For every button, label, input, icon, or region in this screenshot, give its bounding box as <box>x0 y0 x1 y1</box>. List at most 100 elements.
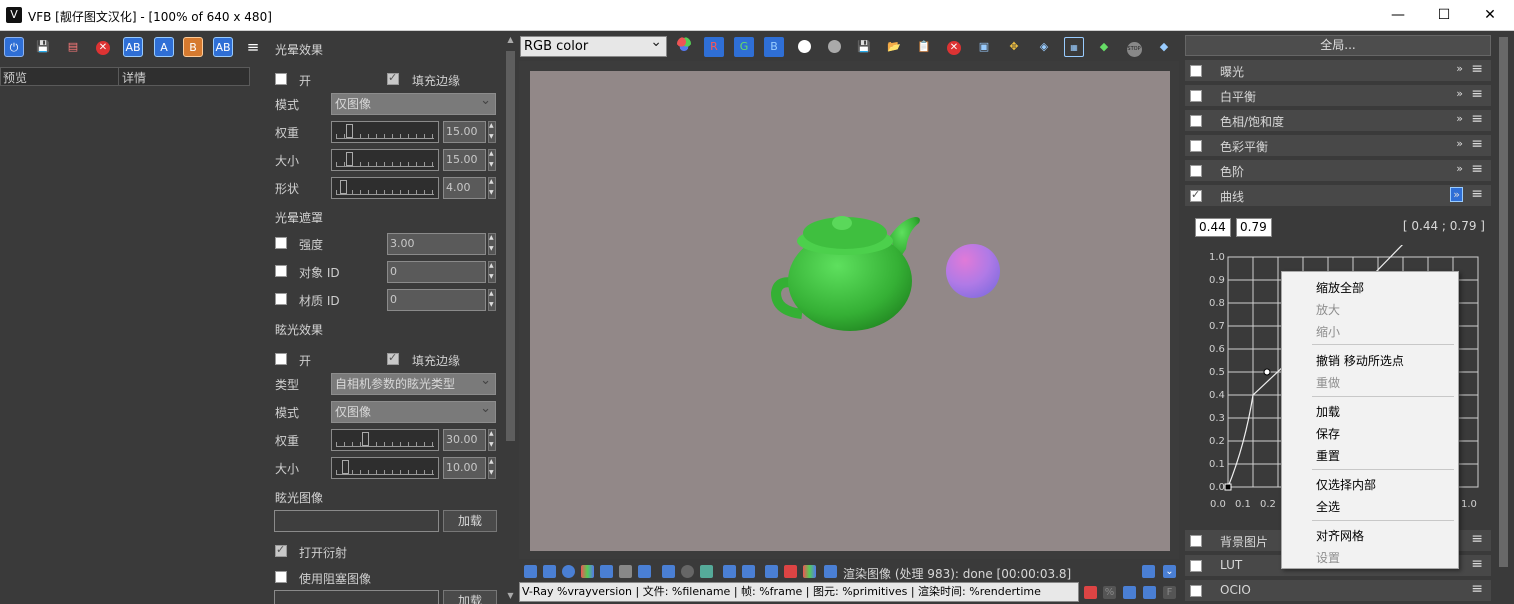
expand-panel-icon[interactable]: ⌄ <box>1163 565 1176 578</box>
obstacle-load-button[interactable]: 加载 <box>443 590 497 604</box>
layer-menu-icon[interactable]: ≡ <box>1471 61 1483 77</box>
layer-menu-icon[interactable]: ≡ <box>1471 581 1483 597</box>
save-image-icon[interactable]: 💾 <box>854 37 874 57</box>
bloom-size-spinner[interactable] <box>488 457 496 479</box>
bloom-size-slider[interactable] <box>331 457 439 479</box>
weight-spinner[interactable] <box>488 121 496 143</box>
layer-levels-checkbox[interactable] <box>1190 165 1202 177</box>
obstacle-image-path[interactable] <box>274 590 439 604</box>
collapse-chevron-icon[interactable]: » <box>1450 187 1463 202</box>
open-diffraction-checkbox[interactable] <box>275 543 287 557</box>
color-channels-icon[interactable] <box>674 37 694 57</box>
layer-hue-saturation[interactable]: 色相/饱和度 » ≡ <box>1185 110 1491 132</box>
menu-undo[interactable]: 撤销 移动所选点 <box>1316 352 1404 369</box>
layer-background-image-checkbox[interactable] <box>1190 535 1202 547</box>
save-icon[interactable]: 💾 <box>33 37 53 57</box>
open-folder-icon[interactable]: 📂 <box>884 37 904 57</box>
expand-chevron-icon[interactable]: » <box>1456 87 1463 100</box>
bloom-image-load-button[interactable]: 加载 <box>443 510 497 532</box>
glare-on-checkbox[interactable] <box>275 73 287 85</box>
background-icon[interactable] <box>700 565 713 578</box>
color-correction-toggle-icon[interactable] <box>543 565 556 578</box>
layer-curves[interactable]: 曲线 » ≡ <box>1185 185 1491 207</box>
maximize-button[interactable]: ☐ <box>1426 4 1462 26</box>
channel-dropdown[interactable]: RGB color <box>520 33 667 57</box>
bloom-weight-field[interactable]: 30.00 <box>443 429 486 451</box>
layer-color-balance-checkbox[interactable] <box>1190 140 1202 152</box>
stamp-font-size-icon[interactable]: F <box>1163 586 1176 599</box>
shape-field[interactable]: 4.00 <box>443 177 486 199</box>
layer-white-balance[interactable]: 白平衡 » ≡ <box>1185 85 1491 107</box>
intensity-checkbox[interactable] <box>275 237 287 249</box>
expand-chevron-icon[interactable]: » <box>1456 137 1463 150</box>
object-id-spinner[interactable] <box>488 261 496 283</box>
blue-channel-icon[interactable]: B <box>764 37 784 57</box>
shape-slider[interactable] <box>331 177 439 199</box>
menu-zoom-all[interactable]: 缩放全部 <box>1316 279 1364 296</box>
glare-fill-edges-checkbox[interactable] <box>387 71 399 85</box>
panel-toggle-icon[interactable] <box>1142 565 1155 578</box>
expand-chevron-icon[interactable]: » <box>1456 112 1463 125</box>
menu-reset[interactable]: 重置 <box>1316 447 1340 464</box>
bloom-mode-dropdown[interactable]: 仅图像 <box>331 399 496 423</box>
scroll-down-icon[interactable]: ▼ <box>506 591 515 600</box>
stamp-font-icon[interactable] <box>1123 586 1136 599</box>
remove-icon[interactable]: ✕ <box>93 37 113 57</box>
close-button[interactable]: ✕ <box>1472 4 1508 26</box>
history-list[interactable] <box>0 86 268 604</box>
bloom-size-field[interactable]: 10.00 <box>443 457 486 479</box>
load-icon[interactable]: ▤ <box>63 37 83 57</box>
layer-white-balance-checkbox[interactable] <box>1190 90 1202 102</box>
column-details[interactable]: 详情 <box>122 69 146 86</box>
intensity-spinner[interactable] <box>488 233 496 255</box>
size-spinner[interactable] <box>488 149 496 171</box>
layer-menu-icon[interactable]: ≡ <box>1471 161 1483 177</box>
menu-icon[interactable]: ≡ <box>243 37 263 57</box>
layer-menu-icon[interactable]: ≡ <box>1471 556 1483 572</box>
percent-icon[interactable]: % <box>1103 586 1116 599</box>
green-channel-icon[interactable]: G <box>734 37 754 57</box>
menu-zoom-in[interactable]: 放大 <box>1316 301 1340 318</box>
expand-chevron-icon[interactable]: » <box>1456 62 1463 75</box>
material-id-checkbox[interactable] <box>275 293 287 305</box>
red-channel-icon[interactable]: R <box>704 37 724 57</box>
info-icon[interactable] <box>562 565 575 578</box>
layer-menu-icon[interactable]: ≡ <box>1471 111 1483 127</box>
bloom-image-path[interactable] <box>274 510 439 532</box>
track-mouse-icon[interactable]: ✥ <box>1004 37 1024 57</box>
lut-icon[interactable] <box>742 565 755 578</box>
curve-y-input[interactable]: 0.79 <box>1236 218 1272 237</box>
set-b-icon[interactable]: B <box>183 37 203 57</box>
stamp-align-icon[interactable] <box>1143 586 1156 599</box>
clipboard-icon[interactable]: 📋 <box>914 37 934 57</box>
lens-icon[interactable] <box>681 565 694 578</box>
use-obstacle-checkbox[interactable] <box>275 571 287 583</box>
bloom-weight-spinner[interactable] <box>488 429 496 451</box>
exposure-icon[interactable] <box>723 565 736 578</box>
bloom-fill-edges-checkbox[interactable] <box>387 351 399 365</box>
weight-field[interactable]: 15.00 <box>443 121 486 143</box>
menu-select-inside[interactable]: 仅选择内部 <box>1316 476 1376 493</box>
link-to-3ds-icon[interactable]: ▦ <box>1064 37 1084 57</box>
global-settings-button[interactable]: 全局... <box>1185 35 1491 56</box>
compare-icon[interactable] <box>784 565 797 578</box>
size-slider[interactable] <box>331 149 439 171</box>
bloom-on-checkbox[interactable] <box>275 353 287 365</box>
layer-hue-saturation-checkbox[interactable] <box>1190 115 1202 127</box>
menu-snap-grid[interactable]: 对齐网格 <box>1316 527 1364 544</box>
expand-chevron-icon[interactable]: » <box>1456 162 1463 175</box>
stamp-icon[interactable] <box>803 565 816 578</box>
bloom-type-dropdown[interactable]: 自相机参数的眩光类型 <box>331 371 496 395</box>
layer-exposure-checkbox[interactable] <box>1190 65 1202 77</box>
cc-scroll-thumb[interactable] <box>1499 37 1508 567</box>
render-region-icon[interactable]: ◈ <box>1034 37 1054 57</box>
curve-icon[interactable] <box>662 565 675 578</box>
layer-menu-icon[interactable]: ≡ <box>1471 86 1483 102</box>
curve-x-input[interactable]: 0.44 <box>1195 218 1231 237</box>
layer-color-balance[interactable]: 色彩平衡 » ≡ <box>1185 135 1491 157</box>
menu-load[interactable]: 加载 <box>1316 403 1340 420</box>
intensity-field[interactable]: 3.00 <box>387 233 486 255</box>
object-id-field[interactable]: 0 <box>387 261 486 283</box>
stamp-text-field[interactable]: V-Ray %vrayversion | 文件: %filename | 帧: … <box>519 582 1079 602</box>
mode-dropdown[interactable]: 仅图像 <box>331 91 496 115</box>
